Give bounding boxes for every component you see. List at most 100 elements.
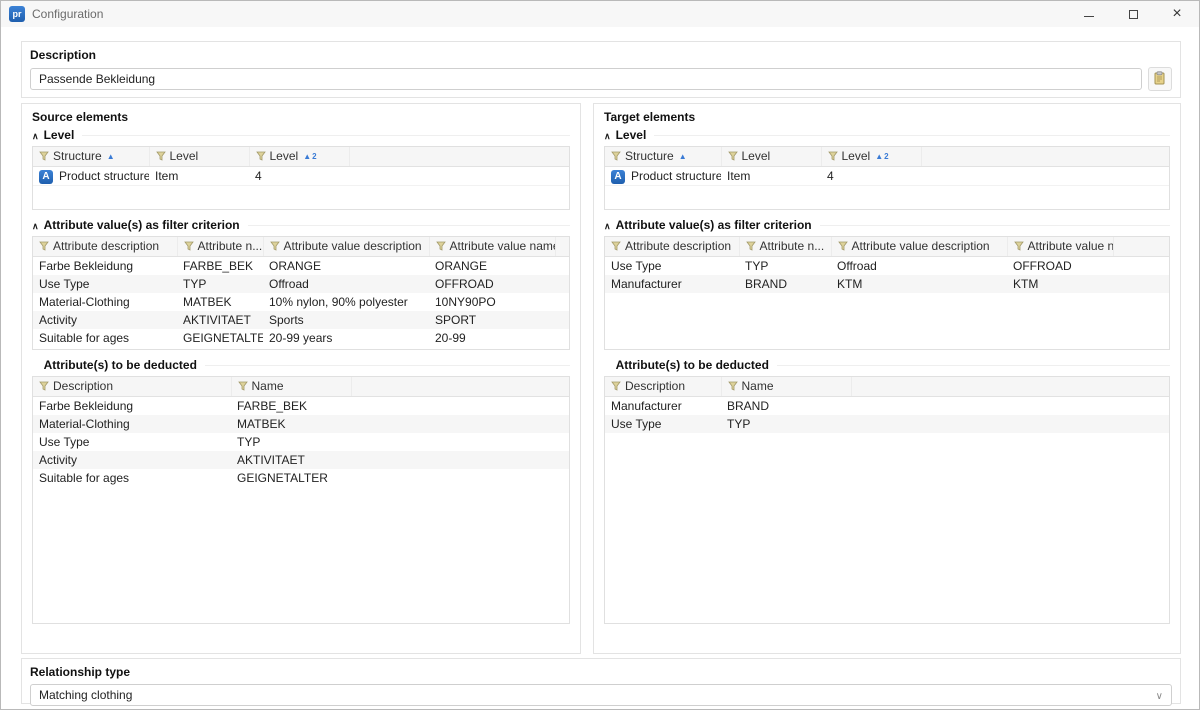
table-row[interactable]: ActivityAKTIVITAETSportsSPORT [33,311,569,329]
table-cell[interactable]: SPORT [429,311,555,329]
column-header-level[interactable]: Level [721,147,821,167]
filter-icon[interactable] [728,148,738,166]
column-header-attribute-value-description[interactable]: Attribute value description [831,237,1007,257]
column-header-structure[interactable]: Structure [605,147,721,167]
close-button[interactable] [1155,1,1199,27]
column-header-attribute-name[interactable]: Attribute n... [177,237,263,257]
table-row[interactable]: Product structure Item 4 [605,167,1169,186]
column-header-attribute-name[interactable]: Attribute n... [739,237,831,257]
structure-cell[interactable]: Product structure [605,167,721,186]
table-row[interactable]: Farbe BekleidungFARBE_BEKORANGEORANGE [33,257,569,276]
table-cell[interactable]: ORANGE [429,257,555,276]
level-number-cell[interactable]: 4 [821,167,921,186]
table-cell[interactable]: 10% nylon, 90% polyester [263,293,429,311]
table-cell[interactable]: AKTIVITAET [231,451,351,469]
filter-icon[interactable] [611,148,621,166]
filter-icon[interactable] [838,238,848,256]
column-header-level-2[interactable]: Level [821,147,921,167]
minimize-button[interactable] [1067,1,1111,27]
table-row[interactable]: Material-ClothingMATBEK10% nylon, 90% po… [33,293,569,311]
filter-icon[interactable] [1014,238,1024,256]
table-cell[interactable]: ORANGE [263,257,429,276]
table-cell[interactable]: Activity [33,451,231,469]
filter-icon[interactable] [238,378,248,396]
filter-icon[interactable] [828,148,838,166]
table-cell[interactable]: TYP [177,275,263,293]
source-filter-section-header[interactable]: Attribute value(s) as filter criterion [32,218,570,232]
level-cell[interactable]: Item [721,167,821,186]
filter-icon[interactable] [39,238,49,256]
column-header-attribute-description[interactable]: Attribute description [605,237,739,257]
table-cell[interactable]: Offroad [831,257,1007,276]
table-row[interactable]: Use TypeTYP [605,415,1169,433]
column-header-name[interactable]: Name [721,377,851,397]
column-header-attribute-value-description[interactable]: Attribute value description [263,237,429,257]
filter-icon[interactable] [39,378,49,396]
table-cell[interactable]: Manufacturer [605,397,721,416]
structure-cell[interactable]: Product structure [33,167,149,186]
filter-icon[interactable] [746,238,756,256]
column-header-attribute-value-name[interactable]: Attribute value name [429,237,555,257]
relationship-type-select[interactable]: Matching clothing [30,684,1172,706]
target-deducted-section-header[interactable]: Attribute(s) to be deducted [604,358,1170,372]
filter-icon[interactable] [39,148,49,166]
target-filter-section-header[interactable]: Attribute value(s) as filter criterion [604,218,1170,232]
table-row[interactable]: Use TypeTYPOffroadOFFROAD [33,275,569,293]
filter-icon[interactable] [184,238,194,256]
table-cell[interactable]: OFFROAD [429,275,555,293]
level-number-cell[interactable]: 4 [249,167,349,186]
table-row[interactable]: ManufacturerBRANDKTMKTM [605,275,1169,293]
target-level-section-header[interactable]: Level [604,128,1170,142]
table-cell[interactable]: KTM [1007,275,1113,293]
table-cell[interactable]: MATBEK [177,293,263,311]
table-cell[interactable]: Material-Clothing [33,415,231,433]
table-row[interactable]: Use TypeTYPOffroadOFFROAD [605,257,1169,276]
table-row[interactable]: Farbe BekleidungFARBE_BEK [33,397,569,416]
column-header-level[interactable]: Level [149,147,249,167]
table-cell[interactable]: FARBE_BEK [231,397,351,416]
column-header-structure[interactable]: Structure [33,147,149,167]
column-header-attribute-description[interactable]: Attribute description [33,237,177,257]
table-cell[interactable]: Offroad [263,275,429,293]
table-cell[interactable]: 20-99 years [263,329,429,347]
table-cell[interactable]: AKTIVITAET [177,311,263,329]
table-cell[interactable]: TYP [739,257,831,276]
column-header-description[interactable]: Description [605,377,721,397]
level-cell[interactable]: Item [149,167,249,186]
table-cell[interactable]: Farbe Bekleidung [33,257,177,276]
table-row[interactable]: Material-ClothingMATBEK [33,415,569,433]
filter-icon[interactable] [256,148,266,166]
description-input[interactable] [30,68,1142,90]
maximize-button[interactable] [1111,1,1155,27]
paste-button[interactable] [1148,67,1172,91]
table-cell[interactable]: Use Type [33,433,231,451]
table-cell[interactable]: MATBEK [231,415,351,433]
filter-icon[interactable] [436,238,446,256]
column-header-description[interactable]: Description [33,377,231,397]
column-header-name[interactable]: Name [231,377,351,397]
table-cell[interactable]: 20-99 [429,329,555,347]
table-cell[interactable]: Sports [263,311,429,329]
table-cell[interactable]: FARBE_BEK [177,257,263,276]
column-header-attribute-value-name[interactable]: Attribute value n... [1007,237,1113,257]
table-cell[interactable]: Suitable for ages [33,329,177,347]
table-cell[interactable]: OFFROAD [1007,257,1113,276]
table-cell[interactable]: GEIGNETALTER [177,329,263,347]
source-level-section-header[interactable]: Level [32,128,570,142]
filter-icon[interactable] [611,238,621,256]
source-deducted-section-header[interactable]: Attribute(s) to be deducted [32,358,570,372]
table-cell[interactable]: GEIGNETALTER [231,469,351,487]
table-cell[interactable]: Use Type [33,275,177,293]
table-cell[interactable]: Use Type [605,257,739,276]
table-cell[interactable]: Use Type [605,415,721,433]
table-cell[interactable]: 10NY90PO [429,293,555,311]
table-cell[interactable]: Material-Clothing [33,293,177,311]
table-cell[interactable]: Activity [33,311,177,329]
filter-icon[interactable] [728,378,738,396]
table-row[interactable]: Use TypeTYP [33,433,569,451]
filter-icon[interactable] [270,238,280,256]
table-row[interactable]: ActivityAKTIVITAET [33,451,569,469]
table-cell[interactable]: KTM [831,275,1007,293]
column-header-level-2[interactable]: Level [249,147,349,167]
table-row[interactable]: Suitable for agesGEIGNETALTER [33,469,569,487]
